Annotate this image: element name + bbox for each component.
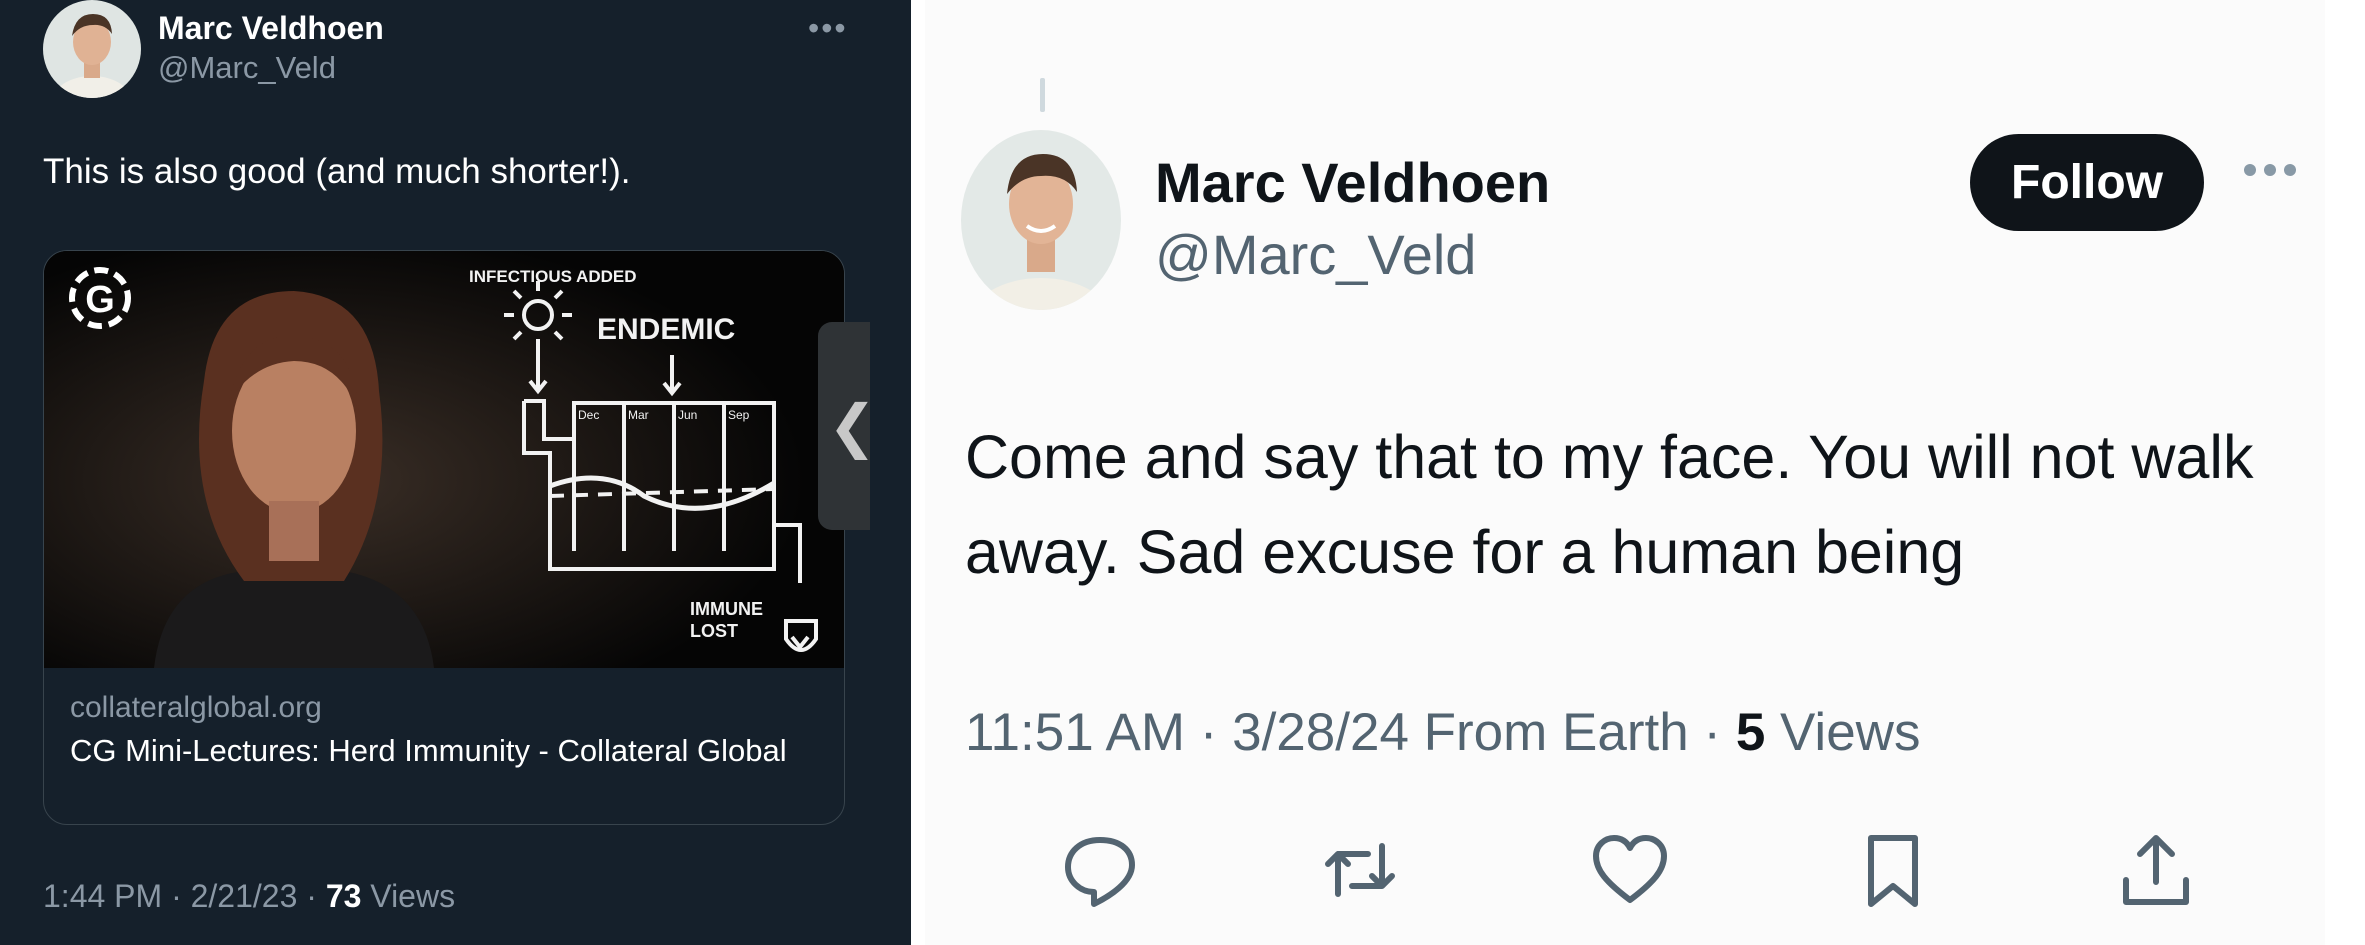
tweet-meta: 11:51 AM · 3/28/24 From Earth · 5 Views	[965, 702, 1920, 763]
author-avatar[interactable]	[43, 0, 141, 98]
link-card-domain[interactable]: collateralglobal.org	[70, 691, 322, 725]
card-month-label: Dec	[578, 408, 599, 422]
like-icon[interactable]	[1590, 830, 1670, 910]
link-card-title[interactable]: CG Mini-Lectures: Herd Immunity - Collat…	[70, 731, 790, 770]
link-card[interactable]: G INFECTIOUS ADDED ENDEMIC Dec Mar Jun S…	[43, 250, 845, 825]
card-month-label: Jun	[678, 408, 697, 422]
bookmark-icon[interactable]	[1853, 830, 1933, 910]
author-handle[interactable]: @Marc_Veld	[158, 50, 336, 86]
retweet-icon[interactable]	[1320, 830, 1400, 910]
left-tweet-panel: Marc Veldhoen @Marc_Veld ••• This is als…	[0, 0, 911, 945]
card-label-infectious: INFECTIOUS ADDED	[469, 267, 637, 286]
tweet-meta: 1:44 PM · 2/21/23 · 73 Views	[43, 878, 455, 915]
collapse-handle[interactable]: ❮	[818, 322, 877, 530]
tweet-timestamp[interactable]: 11:51 AM · 3/28/24 From Earth ·	[965, 703, 1736, 762]
card-month-label: Sep	[728, 408, 750, 422]
views-label: Views	[361, 878, 456, 914]
more-options-icon[interactable]	[2240, 160, 2300, 180]
thread-connector-line	[1040, 78, 1045, 112]
link-card-image: G INFECTIOUS ADDED ENDEMIC Dec Mar Jun S…	[44, 251, 844, 668]
card-label-lost: LOST	[690, 621, 738, 641]
card-label-immune: IMMUNE	[690, 599, 763, 619]
avatar-photo	[43, 0, 141, 98]
author-handle[interactable]: @Marc_Veld	[1155, 222, 1476, 287]
more-options-icon[interactable]: •••	[808, 10, 848, 47]
reply-icon[interactable]	[1060, 830, 1140, 910]
chevron-left-icon: ❮	[828, 394, 877, 459]
author-name[interactable]: Marc Veldhoen	[158, 10, 384, 47]
card-label-endemic: ENDEMIC	[597, 313, 735, 346]
card-logo-text: G	[85, 279, 115, 321]
views-count: 5	[1735, 703, 1766, 762]
tweet-text: Come and say that to my face. You will n…	[965, 423, 2254, 586]
author-avatar[interactable]	[961, 130, 1121, 310]
views-label: Views	[1765, 703, 1921, 762]
author-name[interactable]: Marc Veldhoen	[1155, 150, 1550, 215]
follow-button[interactable]: Follow	[1970, 134, 2204, 231]
share-icon[interactable]	[2116, 830, 2196, 910]
card-month-label: Mar	[628, 408, 649, 422]
avatar-photo	[961, 130, 1121, 310]
tweet-timestamp[interactable]: 1:44 PM · 2/21/23 ·	[43, 878, 326, 914]
views-count: 73	[325, 878, 362, 914]
tweet-text: This is also good (and much shorter!).	[43, 152, 631, 191]
